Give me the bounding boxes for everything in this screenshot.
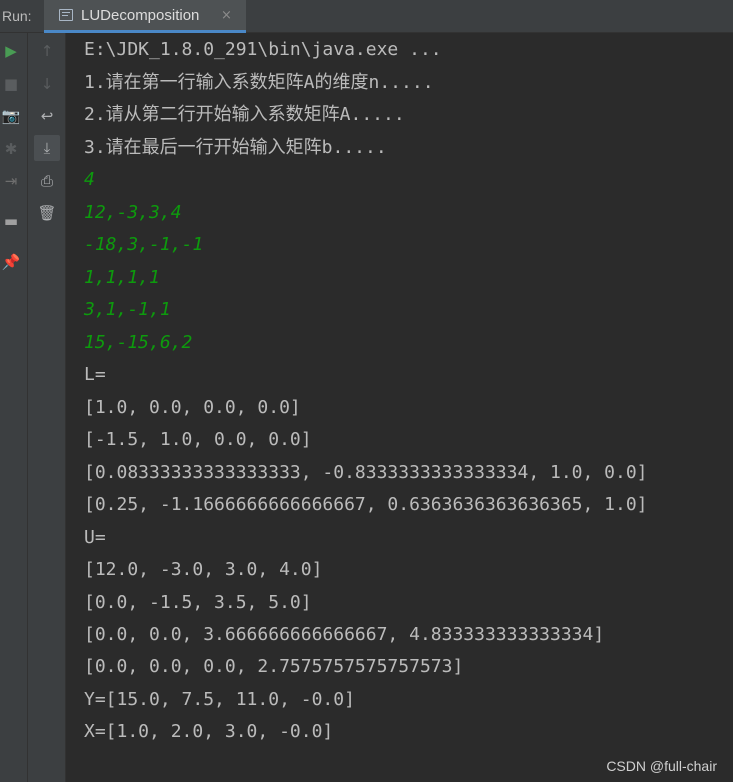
output-line: [0.25, -1.1666666666666667, 0.6363636363…	[84, 494, 648, 515]
output-line: [0.0, 0.0, 3.666666666666667, 4.83333333…	[84, 624, 605, 645]
output-line: [0.08333333333333333, -0.833333333333333…	[84, 462, 648, 483]
left-toolbar: ▶ ■ 📷 ✱ ⇥ ▬ 📌	[0, 33, 28, 782]
trash-icon[interactable]: 🗑	[37, 203, 57, 223]
console-toolbar: ↑ ↓ ↩ ⤓ ⎙ 🗑	[28, 33, 66, 782]
output-line: U=	[84, 527, 106, 548]
output-line: [-1.5, 1.0, 0.0, 0.0]	[84, 429, 312, 450]
user-input-line: 3,1,-1,1	[84, 299, 171, 320]
user-input-line: 15,-15,6,2	[84, 332, 193, 353]
layout-icon[interactable]: ▬	[1, 211, 21, 231]
exit-icon[interactable]: ⇥	[1, 171, 21, 191]
run-icon[interactable]: ▶	[1, 41, 21, 61]
run-toolwindow-header: Run: LUDecomposition ×	[0, 0, 733, 33]
stop-icon[interactable]: ■	[1, 74, 21, 94]
prompt-line: 2.请从第二行开始输入系数矩阵A.....	[84, 104, 405, 125]
console-tab-icon	[59, 9, 73, 21]
down-arrow-icon[interactable]: ↓	[37, 74, 57, 94]
output-line: L=	[84, 364, 106, 385]
output-line: Y=[15.0, 7.5, 11.0, -0.0]	[84, 689, 355, 710]
watermark: CSDN @full-chair	[606, 758, 717, 774]
user-input-line: 4	[84, 169, 95, 190]
camera-icon[interactable]: 📷	[1, 106, 21, 126]
prompt-line: 1.请在第一行输入系数矩阵A的维度n.....	[84, 72, 434, 93]
debug-bug-icon[interactable]: ✱	[1, 139, 21, 159]
up-arrow-icon[interactable]: ↑	[37, 41, 57, 61]
tab-ludecomposition[interactable]: LUDecomposition ×	[44, 0, 246, 33]
soft-wrap-icon[interactable]: ↩	[37, 106, 57, 126]
prompt-line: 3.请在最后一行开始输入矩阵b.....	[84, 137, 387, 158]
pin-icon[interactable]: 📌	[1, 252, 21, 272]
command-line: E:\JDK_1.8.0_291\bin\java.exe ...	[84, 39, 442, 60]
user-input-line: 12,-3,3,4	[84, 202, 182, 223]
scroll-to-end-icon[interactable]: ⤓	[34, 135, 60, 161]
run-label: Run:	[2, 8, 32, 24]
user-input-line: 1,1,1,1	[84, 267, 160, 288]
output-line: X=[1.0, 2.0, 3.0, -0.0]	[84, 721, 334, 742]
output-line: [12.0, -3.0, 3.0, 4.0]	[84, 559, 323, 580]
print-icon[interactable]: ⎙	[37, 171, 57, 191]
output-line: [0.0, 0.0, 0.0, 2.7575757575757573]	[84, 656, 464, 677]
tab-title: LUDecomposition	[81, 7, 200, 24]
close-icon[interactable]: ×	[221, 8, 232, 23]
output-line: [0.0, -1.5, 3.5, 5.0]	[84, 592, 312, 613]
user-input-line: -18,3,-1,-1	[84, 234, 204, 255]
output-line: [1.0, 0.0, 0.0, 0.0]	[84, 397, 301, 418]
